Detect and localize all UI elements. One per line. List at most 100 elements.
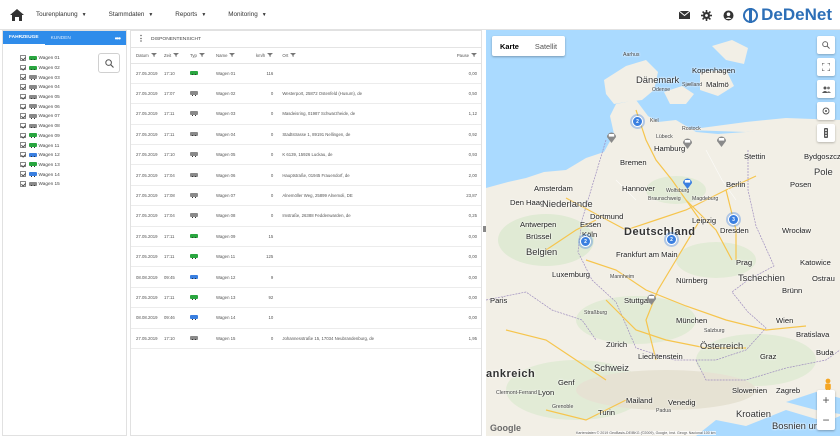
vehicle-list-item[interactable]: Wagen 11 (20, 140, 126, 150)
vehicle-panel-tabs: FAHRZEUGE KUNDEN ••• (3, 31, 126, 45)
map-type-karte[interactable]: Karte (492, 36, 527, 56)
table-row[interactable]: 27.05.2019 17:10 Wagen 15 0 Johannesstraße 1… (131, 328, 481, 349)
cell-ort (277, 307, 428, 329)
vehicle-checkbox[interactable] (20, 93, 26, 100)
vehicle-pin-icon[interactable] (716, 134, 727, 147)
more-options-icon[interactable]: ••• (115, 34, 121, 43)
vehicle-checkbox[interactable] (20, 132, 26, 139)
map-label-aarhus: Aarhus (623, 52, 640, 58)
locate-button[interactable] (817, 102, 835, 120)
nav-stammdaten[interactable]: Stammdaten ▼ (109, 11, 154, 18)
vehicle-pin-icon[interactable] (606, 130, 617, 143)
vehicle-list-item[interactable]: Wagen 15 (20, 179, 126, 189)
search-button[interactable] (98, 53, 120, 73)
table-row[interactable]: 27.05.2019 17:08 Wagen 07 0 Alnemöller Weg, … (131, 185, 481, 207)
table-row[interactable]: 08.08.2019 09:46 Wagen 14 10 0,00 (131, 307, 481, 329)
vehicle-checkbox[interactable] (20, 161, 26, 168)
mail-icon[interactable] (677, 8, 691, 22)
vehicle-checkbox[interactable] (20, 103, 26, 110)
column-header[interactable]: Pause (427, 48, 481, 64)
table-row[interactable]: 27.05.2019 17:11 Wagen 09 15 0,00 (131, 226, 481, 248)
table-row[interactable]: 27.05.2019 17:04 Wagen 08 0 Imstraße, 26388 … (131, 205, 481, 227)
vehicle-list-item[interactable]: Wagen 09 (20, 131, 126, 141)
vehicle-list-item[interactable]: Wagen 05 (20, 92, 126, 102)
truck-icon (28, 162, 37, 168)
vehicle-list-item[interactable]: Wagen 14 (20, 169, 126, 179)
vehicle-pin-icon[interactable] (682, 176, 693, 189)
filter-icon[interactable] (229, 52, 236, 57)
vehicle-pin-icon[interactable] (682, 136, 693, 149)
column-header[interactable]: Name (211, 48, 251, 64)
table-row[interactable]: 27.05.2019 17:11 Wagen 03 0 Masdeisring, 019… (131, 103, 481, 125)
tab-fahrzeuge[interactable]: FAHRZEUGE (3, 31, 45, 45)
zoom-in-button[interactable]: + (822, 393, 829, 407)
table-row[interactable]: 27.05.2019 17:11 Wagen 11 125 0,00 (131, 246, 481, 268)
vehicle-list-item[interactable]: Wagen 04 (20, 82, 126, 92)
vehicle-list-item[interactable]: Wagen 07 (20, 111, 126, 121)
truck-icon (28, 181, 37, 187)
panel-menu-icon[interactable]: ⋮ (137, 35, 145, 43)
map-label-sjaelland: Sjælland (682, 82, 703, 88)
vehicle-checkbox[interactable] (20, 142, 26, 148)
vehicle-list-item[interactable]: Wagen 13 (20, 160, 126, 170)
filter-icon[interactable] (150, 52, 157, 57)
cell-ort: Masdeisring, 01987 Schwarzheide, de (277, 103, 428, 125)
brand-logo-icon (743, 7, 759, 23)
table-row[interactable]: 27.05.2019 17:10 Wagen 01 116 0,00 (131, 63, 481, 84)
nav-reports[interactable]: Reports ▼ (175, 11, 206, 18)
cell-time: 17:07 (159, 83, 185, 105)
vehicle-list-item[interactable]: Wagen 12 (20, 150, 126, 160)
vehicle-checkbox[interactable] (20, 55, 26, 61)
gear-icon[interactable] (699, 8, 713, 22)
column-header[interactable]: Ort (277, 48, 428, 64)
user-group-button[interactable] (817, 80, 835, 98)
vehicle-checkbox[interactable] (20, 64, 26, 71)
nav-monitoring[interactable]: Monitoring ▼ (228, 11, 266, 18)
vehicle-checkbox[interactable] (20, 151, 26, 158)
table-row[interactable]: 08.08.2019 09:45 Wagen 12 9 0,00 (131, 266, 481, 288)
filter-icon[interactable] (471, 52, 477, 57)
truck-icon (190, 111, 198, 117)
table-row[interactable]: 27.05.2019 17:10 Wagen 05 0 K 6139, 15926 Lu… (131, 144, 481, 166)
vehicle-checkbox[interactable] (20, 181, 26, 187)
fullscreen-button[interactable] (817, 58, 835, 76)
vehicle-checkbox[interactable] (20, 122, 26, 129)
column-header[interactable]: Datum (131, 48, 159, 64)
zoom-out-button[interactable]: − (822, 413, 829, 427)
vehicle-label: Wagen 15 (38, 181, 60, 187)
vehicle-list-item[interactable]: Wagen 06 (20, 101, 126, 111)
table-row[interactable]: 27.05.2019 17:11 Wagen 04 0 Stadtstrasse 1, … (131, 124, 481, 146)
map-label-hamburg: Hamburg (654, 144, 686, 153)
vehicle-checkbox[interactable] (20, 113, 26, 119)
column-header[interactable]: Typ (185, 48, 211, 64)
vehicle-checkbox[interactable] (20, 84, 26, 90)
map-label-niederlande: Niederlande (542, 198, 593, 209)
table-row[interactable]: 27.05.2019 17:11 Wagen 13 92 0,00 (131, 287, 481, 309)
map-type-satellit[interactable]: Satellit (527, 36, 565, 56)
vehicle-list-item[interactable]: Wagen 08 (20, 121, 126, 131)
vehicle-cluster-marker[interactable]: 2 (666, 234, 677, 245)
filter-icon[interactable] (290, 52, 297, 57)
vehicle-cluster-marker[interactable]: 3 (728, 214, 739, 225)
table-row[interactable]: 27.05.2019 17:07 Wagen 02 0 Westerport, 2587… (131, 83, 481, 105)
column-header[interactable]: Zeit (159, 48, 185, 64)
filter-icon[interactable] (173, 52, 180, 57)
vehicle-checkbox[interactable] (20, 74, 26, 80)
map-view[interactable]: Karte Satellit Aarhus Kopenhagen Dänemar… (486, 30, 840, 436)
map-search-button[interactable] (817, 36, 835, 54)
vehicle-cluster-marker[interactable]: 2 (632, 116, 643, 127)
nav-tourenplanung[interactable]: Tourenplanung ▼ (36, 11, 87, 18)
home-icon[interactable] (10, 8, 26, 22)
vehicle-cluster-marker[interactable]: 2 (580, 236, 591, 247)
tab-kunden[interactable]: KUNDEN (45, 31, 77, 45)
filter-icon[interactable] (267, 52, 274, 57)
column-header[interactable]: km/h (251, 48, 278, 64)
user-account-icon[interactable] (721, 8, 735, 22)
vehicle-pin-icon[interactable] (646, 292, 657, 305)
nav-monitoring-label: Monitoring (228, 11, 258, 18)
table-row[interactable]: 27.05.2019 17:04 Wagen 06 0 Hauptstraße, 019… (131, 164, 481, 186)
filter-icon[interactable] (198, 52, 205, 57)
traffic-light-button[interactable] (817, 124, 835, 142)
vehicle-list-item[interactable]: Wagen 03 (20, 72, 126, 82)
vehicle-checkbox[interactable] (20, 171, 26, 177)
